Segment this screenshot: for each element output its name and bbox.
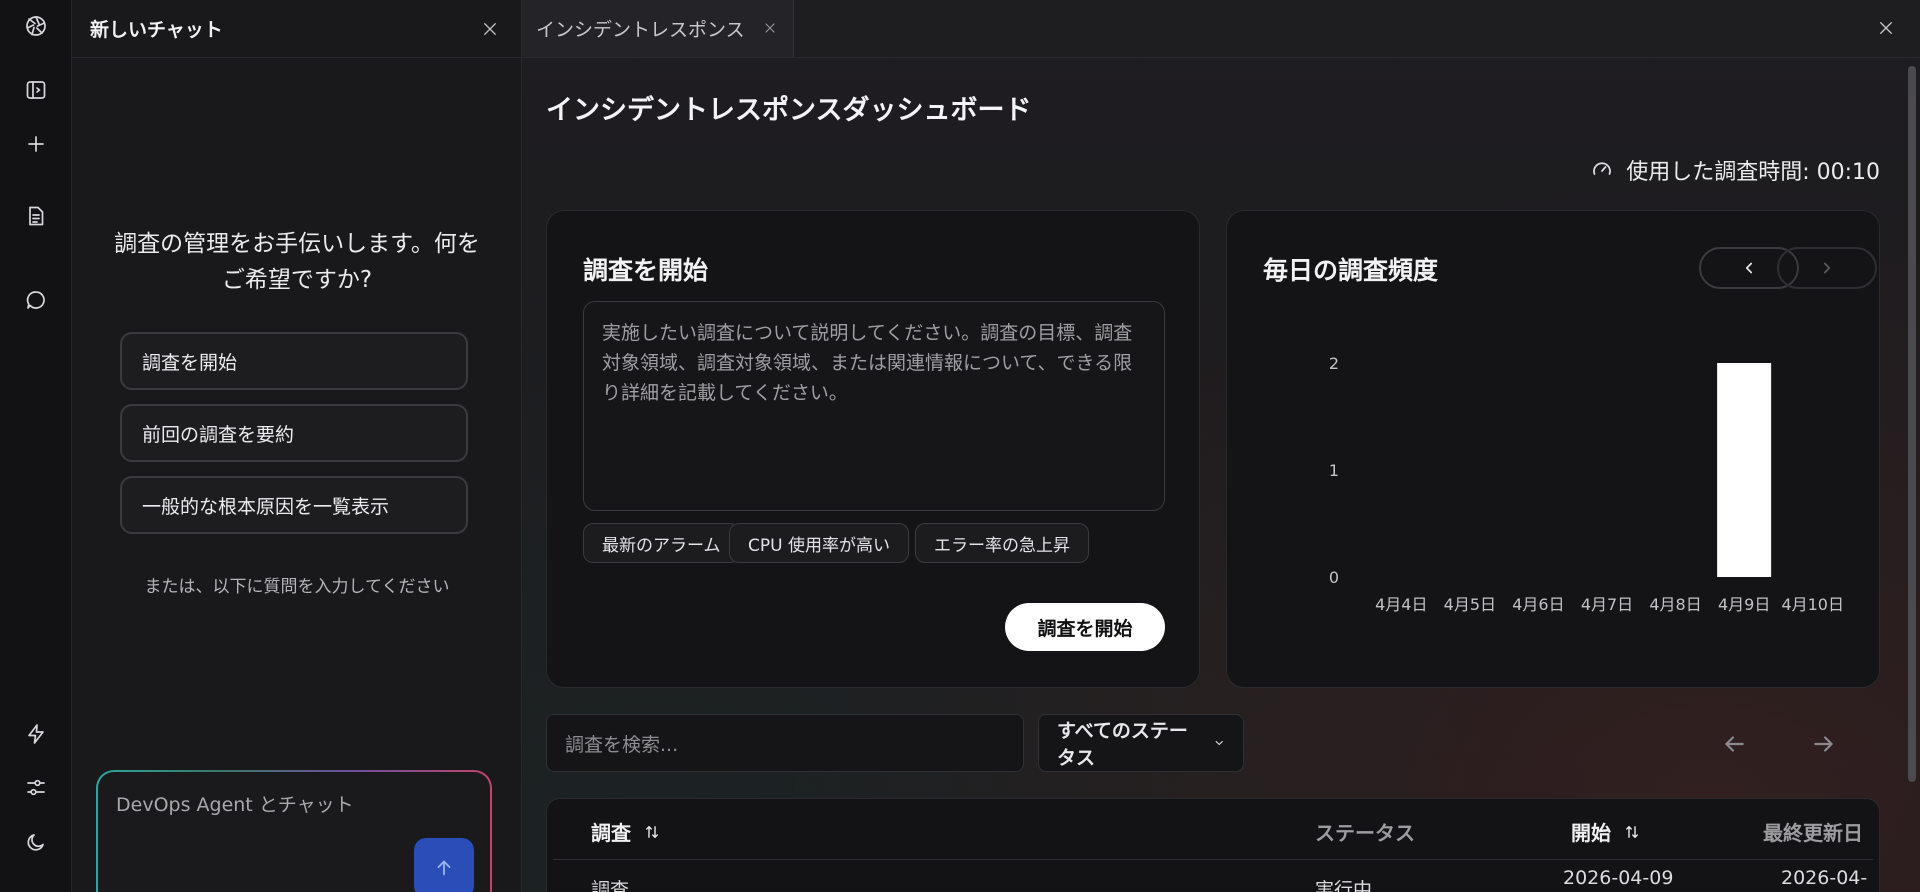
chat-header: 新しいチャット [72, 0, 521, 58]
gauge-icon [1593, 162, 1612, 175]
search-input[interactable]: 調査を検索... [546, 714, 1024, 772]
usage-label: 使用した調査時間: 00:10 [1626, 160, 1880, 185]
daily-frequency-chart: 0 1 2 4月4日 4月5日 4月6日 4月7日 4月8日 4月9日 4月10日 [1329, 354, 1844, 614]
sort-icon [1626, 825, 1638, 838]
row-start-date: 2026-04-09 [1563, 867, 1674, 889]
document-icon[interactable] [20, 200, 52, 232]
start-card-title: 調査を開始 [583, 256, 709, 285]
tab-incident-response[interactable]: インシデントレスポンス [522, 0, 794, 57]
chat-input-frame: DevOps Agent とチャット [96, 770, 492, 892]
y-tick-label: 2 [1329, 354, 1339, 373]
prev-page-button[interactable] [1716, 726, 1752, 762]
x-tick-label: 4月5日 [1444, 595, 1496, 614]
suggestion-summarize-previous[interactable]: 前回の調査を要約 [120, 404, 468, 462]
x-tick-label: 4月6日 [1512, 595, 1564, 614]
x-tick-label: 4月10日 [1781, 595, 1844, 614]
close-chat-button[interactable] [477, 16, 503, 42]
arrow-right-icon [1814, 736, 1833, 752]
suggestion-start-investigation[interactable]: 調査を開始 [120, 332, 468, 390]
column-header-status: ステータス [1315, 821, 1415, 845]
table-header-divider [553, 859, 1873, 860]
usage-indicator: 使用した調査時間: 00:10 [1590, 154, 1880, 186]
page-title: インシデントレスポンスダッシュボード [546, 95, 1032, 126]
investigation-description-input[interactable]: 実施したい調査について説明してください。調査の目標、調査対象領域、調査対象領域、… [583, 301, 1165, 511]
moon-icon[interactable] [20, 826, 52, 858]
chat-greeting: 調査の管理をお手伝いします。何をご希望ですか? [114, 231, 480, 293]
status-filter-value: すべてのステータス [1057, 720, 1188, 769]
tab-close-button[interactable] [763, 21, 779, 37]
x-tick-label: 4月4日 [1375, 595, 1427, 614]
column-header-investigation[interactable]: 調査 [591, 817, 661, 846]
x-tick-label: 4月7日 [1581, 595, 1633, 614]
chip-high-cpu[interactable]: CPU 使用率が高い [729, 523, 909, 563]
app-window: 新しいチャット 調査の管理をお手伝いします。何をご希望ですか? 調査を開始 前回… [0, 0, 1920, 892]
investigations-table: 調査 ステータス 開始 最終更新日 調査 実行中 2026-04-09 2026… [546, 798, 1880, 892]
or-type-question-hint: または、以下に質問を入力してください [144, 577, 450, 597]
close-icon [765, 22, 775, 33]
row-updated-date: 2026-04-09 [1781, 867, 1868, 892]
chat-title: 新しいチャット [90, 19, 223, 41]
y-tick-label: 0 [1329, 568, 1339, 587]
column-header-start[interactable]: 開始 [1571, 817, 1641, 846]
close-panel-button[interactable] [1872, 14, 1900, 42]
close-icon [1880, 22, 1892, 34]
main-area: インシデントレスポンス インシデントレスポンスダッシュボード 使用した調査時間:… [522, 0, 1920, 892]
chip-error-spike[interactable]: エラー率の急上昇 [915, 523, 1089, 563]
start-investigation-button[interactable]: 調査を開始 [1005, 603, 1165, 651]
chat-input-placeholder: DevOps Agent とチャット [116, 794, 354, 816]
column-label: 開始 [1571, 821, 1611, 845]
start-investigation-card: 調査を開始 実施したい調査について説明してください。調査の目標、調査対象領域、調… [546, 210, 1200, 688]
sliders-icon[interactable] [20, 772, 52, 804]
lightning-icon[interactable] [20, 718, 52, 750]
plus-icon[interactable] [20, 128, 52, 160]
arrow-up-icon [437, 860, 451, 876]
tab-label: インシデントレスポンス [536, 19, 745, 41]
arrow-left-icon [1725, 736, 1744, 752]
chat-bubble-icon[interactable] [20, 284, 52, 316]
chevron-down-icon [1215, 740, 1223, 746]
sidebar-toggle-icon[interactable] [20, 74, 52, 106]
column-header-last-updated: 最終更新日 [1763, 821, 1863, 845]
next-page-button[interactable] [1806, 726, 1842, 762]
suggestion-list-root-causes[interactable]: 一般的な根本原因を一覧表示 [120, 476, 468, 534]
y-tick-label: 1 [1329, 461, 1339, 480]
x-tick-label: 4月8日 [1649, 595, 1701, 614]
send-button[interactable] [414, 838, 474, 892]
chip-latest-alarms[interactable]: 最新のアラーム [583, 523, 740, 563]
bar-4月9日[interactable] [1717, 363, 1772, 577]
column-label: 調査 [591, 821, 631, 845]
scrollbar[interactable] [1908, 66, 1916, 782]
daily-frequency-card: 毎日の調査頻度 0 1 2 4月4日 4月5日 4月6日 4月7日 4月8日 4月9日 4月10日 [1226, 210, 1880, 688]
row-investigation-name[interactable]: 調査 [591, 875, 629, 892]
status-filter-select[interactable]: すべてのステータス [1038, 714, 1244, 772]
close-icon [484, 22, 496, 35]
row-status: 実行中 [1315, 879, 1373, 892]
tab-bar: インシデントレスポンス [522, 0, 1920, 58]
chat-input[interactable]: DevOps Agent とチャット [98, 772, 490, 892]
x-tick-label: 4月9日 [1718, 595, 1770, 614]
left-rail [0, 0, 72, 892]
chat-panel: 新しいチャット 調査の管理をお手伝いします。何をご希望ですか? 調査を開始 前回… [72, 0, 522, 892]
sort-icon [646, 825, 658, 838]
aperture-logo-icon[interactable] [20, 10, 52, 42]
